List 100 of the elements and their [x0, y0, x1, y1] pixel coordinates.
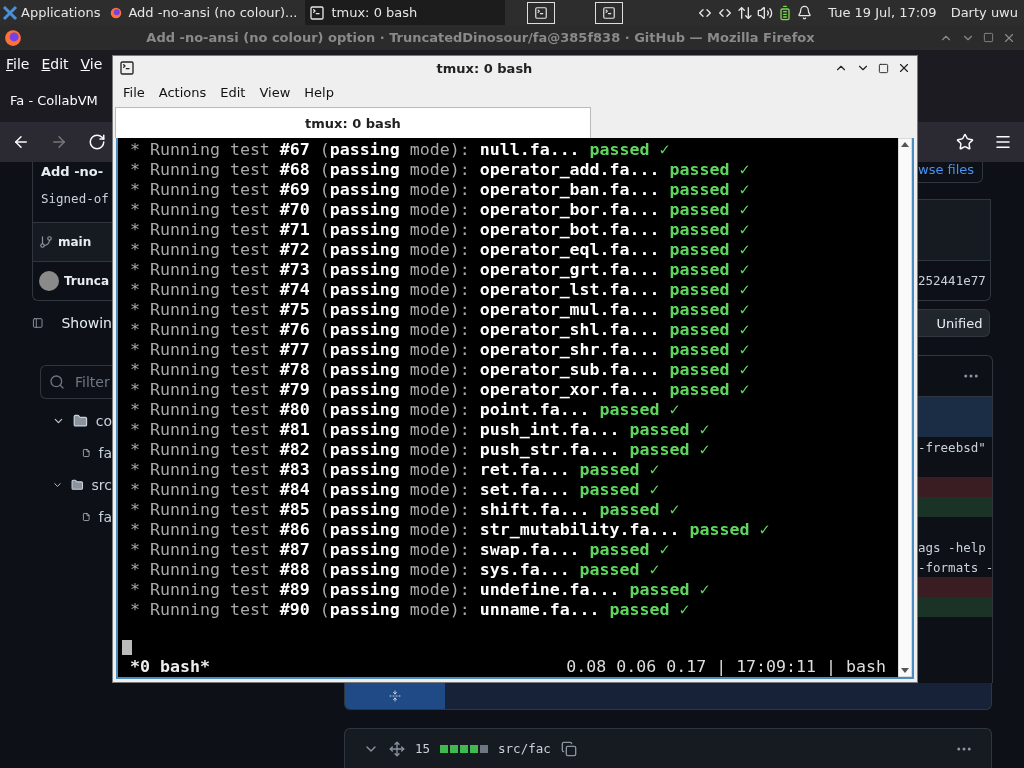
- commit-sha: 252441e77: [918, 273, 986, 288]
- transfer-icon[interactable]: [737, 4, 754, 21]
- test-status: passed ✓: [588, 140, 670, 160]
- test-status: passed ✓: [668, 260, 750, 280]
- code-text: -formats -: [918, 559, 994, 575]
- terminal-line: * Running test #68 (passing mode): operator_add.fa...: [130, 160, 660, 180]
- browser-tab[interactable]: Fa - CollabVM: [10, 92, 98, 108]
- tmux-status: 0.08 0.06 0.17 | 17:09:11 | bash: [566, 657, 886, 677]
- terminal-line: * Running test #81 (passing mode): push_int.fa...: [130, 420, 620, 440]
- workspace-button[interactable]: [595, 1, 624, 24]
- unified-button[interactable]: Unified: [918, 309, 990, 337]
- file-name[interactable]: fa: [98, 509, 112, 525]
- browser-icon: [4, 28, 22, 47]
- author-name[interactable]: Trunca: [64, 274, 110, 288]
- test-status: passed ✓: [598, 500, 680, 520]
- terminal-icon: [119, 60, 135, 76]
- commit-message: Signed-of: [40, 190, 110, 208]
- menu-item[interactable]: Edit: [41, 56, 69, 72]
- test-status: passed ✓: [578, 560, 660, 580]
- showing-text: Showin: [61, 315, 112, 331]
- test-status: passed ✓: [688, 520, 770, 540]
- test-status: passed ✓: [668, 320, 750, 340]
- move-icon[interactable]: [389, 740, 405, 757]
- code-text: ags -help: [918, 539, 986, 555]
- test-status: passed ✓: [668, 360, 750, 380]
- test-status: passed ✓: [668, 340, 750, 360]
- terminal-line: * Running test #80 (passing mode): point.fa...: [130, 400, 590, 420]
- terminal-line: * Running test #73 (passing mode): operator_grt.fa...: [130, 260, 660, 280]
- terminal-line: * Running test #84 (passing mode): set.fa...: [130, 480, 570, 500]
- commit-title: Add -no-: [40, 163, 105, 179]
- maximize-icon[interactable]: [878, 62, 889, 74]
- star-icon[interactable]: [956, 133, 974, 151]
- expand-icon: [389, 690, 401, 702]
- terminal-line: * Running test #72 (passing mode): operator_eql.fa...: [130, 240, 660, 260]
- terminal-icon: [602, 5, 617, 20]
- volume-icon[interactable]: [757, 4, 774, 21]
- code-text: -freebsd": [918, 439, 986, 455]
- menu-item[interactable]: Help: [304, 84, 334, 100]
- avatar: [39, 271, 59, 291]
- clock[interactable]: Tue 19 Jul, 17:09: [828, 5, 937, 20]
- terminal-line: * Running test #74 (passing mode): operator_lst.fa...: [130, 280, 660, 300]
- test-status: passed ✓: [588, 540, 670, 560]
- applications-menu[interactable]: Applications: [0, 0, 103, 25]
- test-status: passed ✓: [578, 460, 660, 480]
- file-path[interactable]: src/fac: [498, 741, 551, 756]
- window-title: Add -no-ansi (no colour) option · TruncatedDinosour/fa@385f838 · GitHub — Mozilla Firefox: [145, 30, 816, 45]
- menu-item[interactable]: Edit: [220, 84, 246, 100]
- test-status: passed ✓: [668, 180, 750, 200]
- taskbar-task[interactable]: Add -no-ansi (no colour)...: [106, 0, 302, 25]
- menu-item[interactable]: View: [259, 84, 291, 100]
- back-icon[interactable]: [12, 133, 30, 151]
- maximize-icon[interactable]: [983, 32, 994, 43]
- change-count: 15: [415, 741, 431, 756]
- terminal-line: * Running test #77 (passing mode): operator_shr.fa...: [130, 340, 660, 360]
- terminal-line: * Running test #86 (passing mode): str_mutability.fa...: [130, 520, 680, 540]
- test-status: passed ✓: [608, 600, 690, 620]
- branch-icon: [39, 235, 53, 249]
- taskbar-task[interactable]: tmux: 0 bash: [305, 0, 506, 25]
- terminal-line: * Running test #76 (passing mode): operator_shl.fa...: [130, 320, 660, 340]
- terminal-line: * Running test #71 (passing mode): operator_bot.fa...: [130, 220, 660, 240]
- workspace-button[interactable]: [527, 1, 556, 24]
- tmux-window-list: *0 bash*: [130, 657, 210, 677]
- terminal-line: * Running test #88 (passing mode): sys.fa...: [130, 560, 570, 580]
- terminal-line: * Running test #78 (passing mode): operator_sub.fa...: [130, 360, 660, 380]
- test-status: passed ✓: [668, 160, 750, 180]
- close-icon[interactable]: [897, 61, 911, 75]
- menu-item[interactable]: Vie: [80, 56, 103, 72]
- terminal-line: * Running test #90 (passing mode): unname.fa...: [130, 600, 600, 620]
- test-status: passed ✓: [628, 420, 710, 440]
- bell-icon[interactable]: [797, 5, 813, 20]
- terminal-line: * Running test #67 (passing mode): null.fa...: [130, 140, 580, 160]
- forward-icon[interactable]: [50, 133, 68, 151]
- user-name[interactable]: Darty uwu: [950, 5, 1018, 20]
- terminal-line: * Running test #89 (passing mode): undefine.fa...: [130, 580, 620, 600]
- test-status: passed ✓: [628, 580, 710, 600]
- test-status: passed ✓: [668, 240, 750, 260]
- test-status: passed ✓: [668, 200, 750, 220]
- terminal-line: * Running test #69 (passing mode): operator_ban.fa...: [130, 180, 660, 200]
- file-name[interactable]: fa: [98, 445, 112, 461]
- test-status: passed ✓: [668, 380, 750, 400]
- folder-name[interactable]: co: [95, 413, 112, 429]
- reload-icon[interactable]: [88, 133, 106, 151]
- menu-item[interactable]: Actions: [158, 84, 207, 100]
- cursor: [122, 640, 132, 655]
- menu-icon[interactable]: [994, 133, 1012, 151]
- terminal-line: * Running test #79 (passing mode): operator_xor.fa...: [130, 380, 660, 400]
- terminal-line: * Running test #85 (passing mode): shift.fa...: [130, 500, 590, 520]
- terminal-icon: [309, 4, 326, 21]
- test-status: passed ✓: [598, 400, 680, 420]
- scrollbar[interactable]: [898, 138, 912, 677]
- menu-item[interactable]: File: [6, 56, 30, 72]
- terminal-tab[interactable]: tmux: 0 bash: [115, 107, 591, 138]
- menu-item[interactable]: File: [123, 84, 145, 100]
- branch-name[interactable]: main: [58, 235, 92, 249]
- folder-name[interactable]: src: [91, 477, 112, 493]
- terminal-line: * Running test #83 (passing mode): ret.fa...: [130, 460, 570, 480]
- copy-icon[interactable]: [560, 740, 577, 757]
- folder-icon: [72, 413, 88, 429]
- test-status: passed ✓: [668, 300, 750, 320]
- window-title: tmux: 0 bash: [435, 60, 534, 76]
